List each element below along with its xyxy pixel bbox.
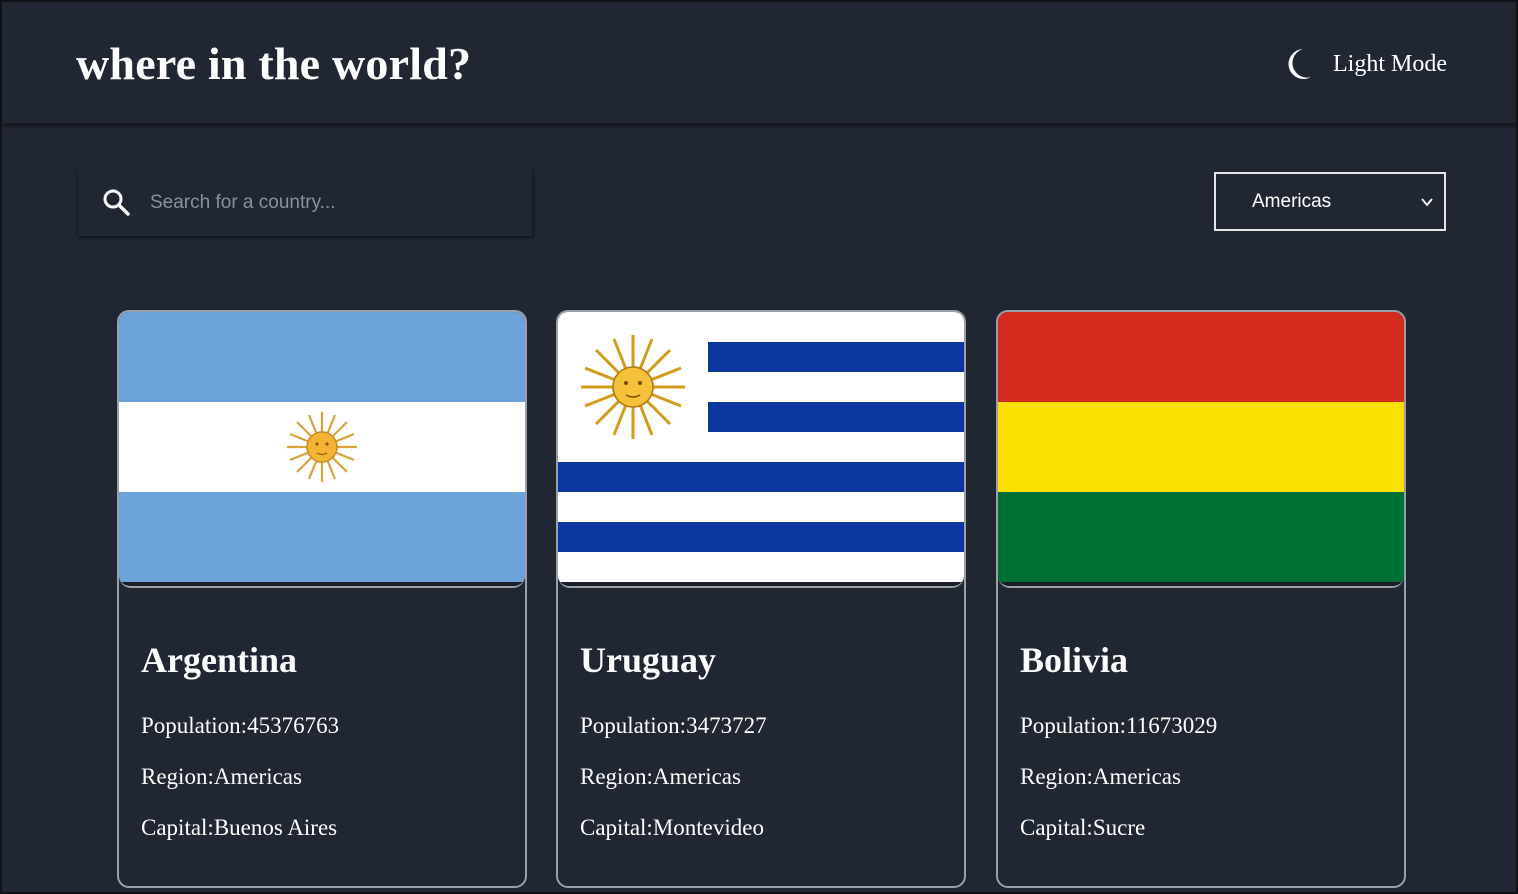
chevron-down-icon [1421, 198, 1433, 207]
population-value: 11673029 [1126, 713, 1218, 738]
app-title: where in the world? [76, 38, 472, 89]
region-label: Region: [580, 764, 653, 789]
region-label: Region: [1020, 764, 1093, 789]
search-bar [78, 168, 533, 236]
uruguay-flag [558, 312, 964, 588]
population-info: Population:3473727 [580, 712, 767, 740]
capital-label: Capital: [580, 815, 653, 840]
theme-toggle-button[interactable]: Light Mode [1285, 44, 1447, 84]
region-value: Americas [1092, 764, 1181, 789]
country-card[interactable]: Bolivia Population:11673029 Region:Ameri… [996, 310, 1406, 888]
country-name: Bolivia [1020, 640, 1129, 680]
population-info: Population:45376763 [141, 712, 339, 740]
search-input[interactable] [148, 186, 512, 220]
app-header: where in the world? Light Mode [2, 2, 1516, 124]
region-filter-select[interactable]: Americas [1214, 172, 1446, 231]
argentina-flag [119, 312, 525, 588]
capital-value: Buenos Aires [213, 815, 338, 840]
population-value: 45376763 [247, 713, 340, 738]
region-value: Americas [213, 764, 302, 789]
moon-icon [1288, 49, 1311, 79]
bolivia-flag [998, 312, 1404, 588]
population-label: Population: [141, 713, 248, 738]
population-value: 3473727 [686, 713, 767, 738]
capital-info: Capital:Buenos Aires [141, 814, 337, 842]
country-card[interactable]: Argentina Population:45376763 Region:Ame… [117, 310, 527, 888]
country-name: Uruguay [580, 640, 717, 680]
region-label: Region: [141, 764, 214, 789]
country-card[interactable]: Uruguay Population:3473727 Region:Americ… [556, 310, 966, 888]
capital-info: Capital:Sucre [1020, 814, 1145, 842]
theme-toggle-label: Light Mode [1333, 50, 1447, 77]
population-label: Population: [580, 713, 687, 738]
capital-info: Capital:Montevideo [580, 814, 764, 842]
country-name: Argentina [141, 640, 297, 680]
capital-label: Capital: [141, 815, 214, 840]
region-value: Americas [652, 764, 741, 789]
population-info: Population:11673029 [1020, 712, 1217, 740]
region-info: Region:Americas [141, 763, 302, 791]
region-info: Region:Americas [1020, 763, 1181, 791]
region-info: Region:Americas [580, 763, 741, 791]
capital-value: Sucre [1092, 815, 1146, 840]
region-filter-value: Americas [1252, 190, 1332, 212]
capital-label: Capital: [1020, 815, 1093, 840]
population-label: Population: [1020, 713, 1127, 738]
capital-value: Montevideo [652, 815, 764, 840]
search-icon [103, 189, 130, 216]
